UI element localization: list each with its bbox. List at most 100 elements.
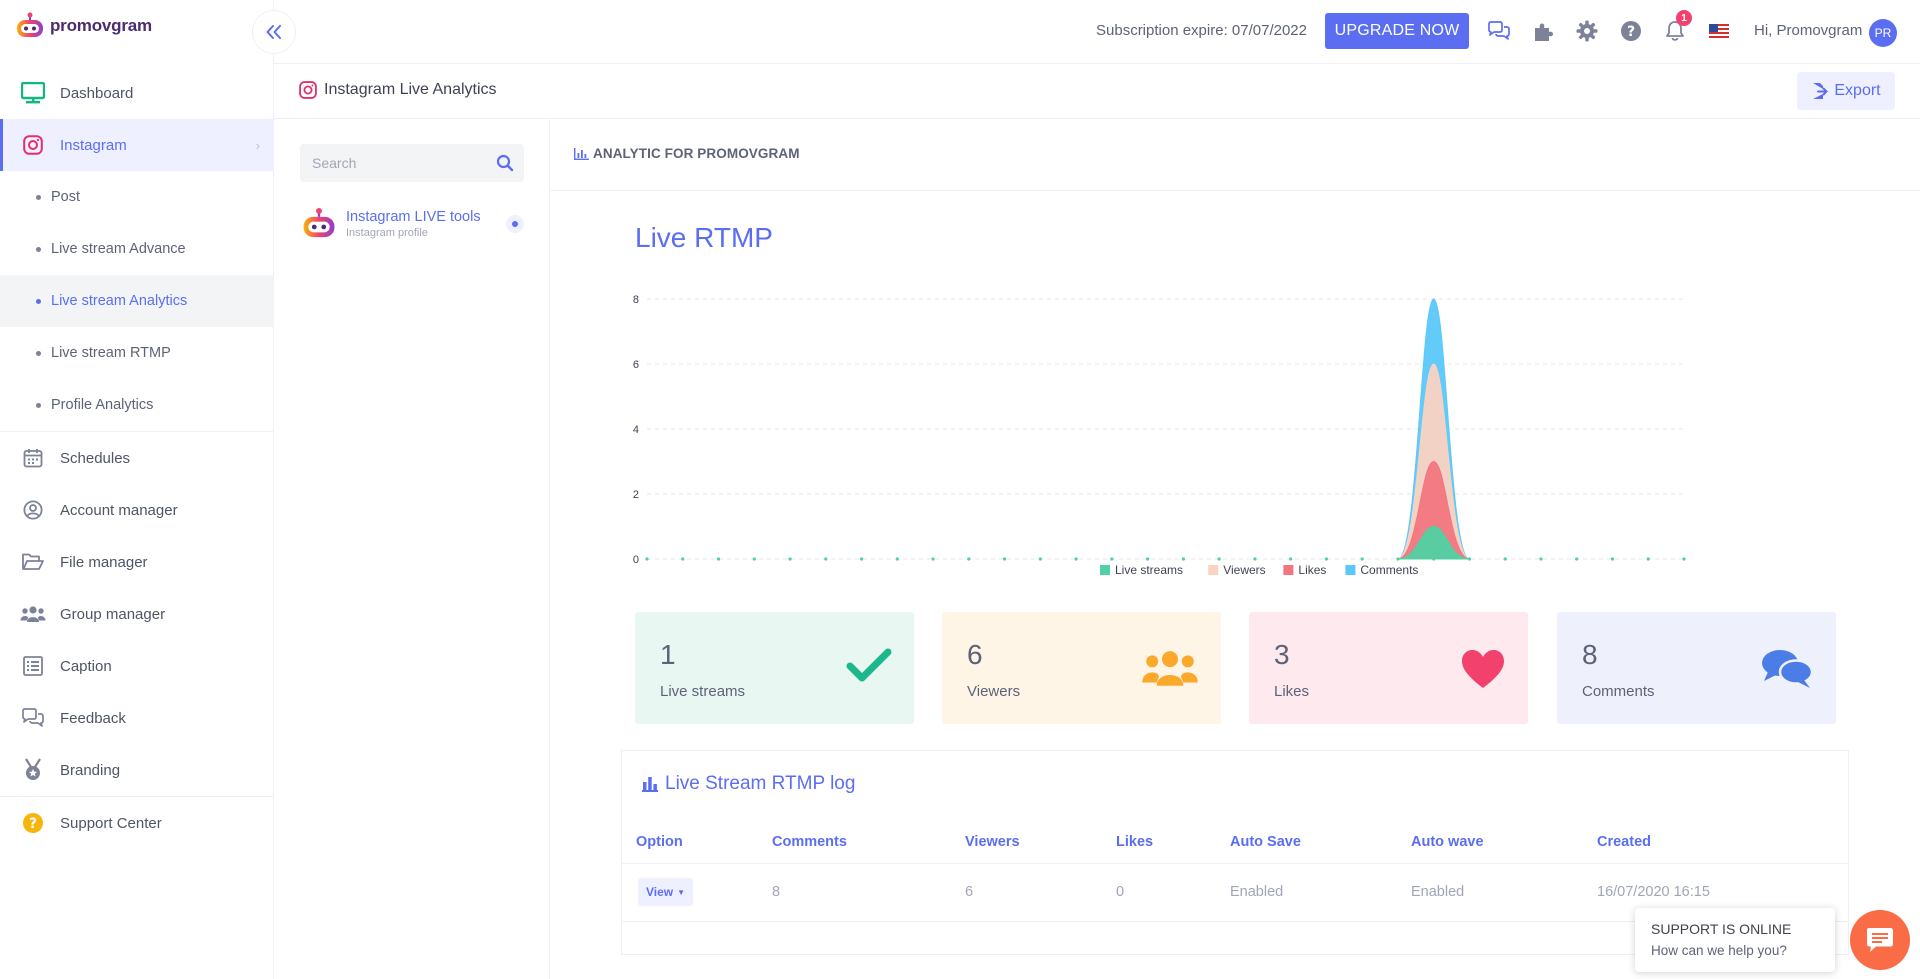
data-point xyxy=(1289,557,1293,561)
rtmp-log-table: Option Comments Viewers Likes Auto Save … xyxy=(622,821,1848,922)
sidebar-item-label: File manager xyxy=(60,553,148,571)
bar-chart-icon xyxy=(574,147,589,160)
data-point xyxy=(1038,557,1042,561)
y-tick-label: 0 xyxy=(633,554,639,566)
profile-item[interactable]: Instagram LIVE tools Instagram profile xyxy=(300,203,524,245)
search-input[interactable] xyxy=(300,144,480,182)
question-circle-icon: ? xyxy=(20,810,46,836)
data-point xyxy=(1646,557,1650,561)
sidebar-subitem-live-stream-rtmp[interactable]: Live stream RTMP xyxy=(0,327,274,379)
legend-label: Viewers xyxy=(1223,563,1265,577)
stat-card-likes: 3 Likes xyxy=(1249,612,1528,724)
profile-name: Instagram LIVE tools xyxy=(346,209,481,225)
sidebar-item-dashboard[interactable]: Dashboard xyxy=(0,67,274,119)
bullet-icon xyxy=(36,402,41,408)
subscription-expiry: Subscription expire: 07/07/2022 xyxy=(1096,22,1307,39)
chat-launcher-button[interactable] xyxy=(1850,910,1910,970)
sidebar-collapse-button[interactable] xyxy=(252,10,296,54)
sidebar-subitem-label: Live stream Advance xyxy=(51,241,186,257)
stat-label: Likes xyxy=(1274,683,1310,700)
data-point xyxy=(1110,557,1114,561)
sidebar-subitem-post[interactable]: Post xyxy=(0,171,274,223)
data-point xyxy=(1360,557,1364,561)
user-circle-icon xyxy=(20,497,46,523)
search-icon[interactable] xyxy=(496,154,514,175)
chat-icon[interactable] xyxy=(1486,18,1512,44)
analytics-main: ANALYTIC FOR PROMOVGRAM Live RTMP 02468L… xyxy=(550,119,1920,979)
column-header[interactable]: Auto wave xyxy=(1411,821,1597,864)
avatar[interactable]: PR xyxy=(1869,19,1897,47)
profile-radio[interactable] xyxy=(506,215,524,233)
export-button[interactable]: Export xyxy=(1797,72,1895,110)
instagram-icon xyxy=(20,132,46,158)
column-header[interactable]: Viewers xyxy=(965,821,1116,864)
data-point xyxy=(1396,557,1400,561)
check-icon xyxy=(846,648,892,687)
column-header[interactable]: Created xyxy=(1597,821,1848,864)
stat-value: 6 xyxy=(967,639,983,670)
sidebar-item-caption[interactable]: Caption xyxy=(0,640,274,692)
support-status: SUPPORT IS ONLINE xyxy=(1651,921,1792,937)
robot-logo-icon xyxy=(17,12,43,37)
auto-wave-cell: Enabled xyxy=(1411,863,1597,922)
bar-chart-icon xyxy=(642,777,658,792)
sidebar-subitem-profile-analytics[interactable]: Profile Analytics xyxy=(0,379,274,431)
puzzle-icon[interactable] xyxy=(1530,18,1556,44)
column-header[interactable]: Option xyxy=(622,821,772,864)
y-tick-label: 4 xyxy=(633,424,639,436)
sidebar-item-feedback[interactable]: Feedback xyxy=(0,692,274,744)
column-header[interactable]: Likes xyxy=(1116,821,1230,864)
data-point xyxy=(1575,557,1579,561)
data-point xyxy=(788,557,792,561)
upgrade-now-button[interactable]: UPGRADE NOW xyxy=(1325,13,1469,49)
y-tick-label: 6 xyxy=(633,359,639,371)
analytic-title: ANALYTIC FOR PROMOVGRAM xyxy=(574,146,800,161)
column-header[interactable]: Auto Save xyxy=(1230,821,1411,864)
chat-bubbles-icon xyxy=(20,705,46,731)
column-header[interactable]: Comments xyxy=(772,821,965,864)
sidebar-item-label: Account manager xyxy=(60,501,178,519)
stat-label: Comments xyxy=(1582,683,1655,700)
sidebar-item-schedules[interactable]: Schedules xyxy=(0,432,274,484)
caret-down-icon: ▼ xyxy=(677,887,686,897)
sidebar-item-group-manager[interactable]: Group manager xyxy=(0,588,274,640)
sidebar-item-instagram[interactable]: Instagram › xyxy=(0,119,274,171)
legend-swatch xyxy=(1283,565,1294,575)
brand-logo[interactable]: promovgram xyxy=(14,12,152,40)
live-rtmp-chart: 0 2 4 6 8 Live streams Viewers Likes Comments xyxy=(633,294,1686,577)
viewers-cell: 6 xyxy=(965,863,1116,922)
sidebar-subitem-live-stream-advance[interactable]: Live stream Advance xyxy=(0,223,274,275)
data-point xyxy=(931,557,935,561)
data-point xyxy=(824,557,828,561)
bell-icon[interactable]: 1 xyxy=(1662,10,1692,44)
view-dropdown-button[interactable]: View ▼ xyxy=(638,878,693,906)
gear-icon[interactable] xyxy=(1574,18,1600,44)
data-point xyxy=(1181,557,1185,561)
data-point xyxy=(681,557,685,561)
sidebar-item-file-manager[interactable]: File manager xyxy=(0,536,274,588)
us-flag-icon[interactable] xyxy=(1706,18,1732,44)
profile-list-panel: Instagram LIVE tools Instagram profile xyxy=(274,119,550,979)
stat-label: Live streams xyxy=(660,683,746,700)
sidebar-subitem-label: Live stream Analytics xyxy=(51,293,188,309)
sidebar-item-account-manager[interactable]: Account manager xyxy=(0,484,274,536)
data-point xyxy=(716,557,721,561)
legend-swatch xyxy=(1100,565,1110,575)
legend-label: Live streams xyxy=(1115,563,1183,577)
sidebar-item-label: Instagram xyxy=(60,136,127,154)
sidebar-item-branding[interactable]: Branding xyxy=(0,744,274,796)
data-point xyxy=(895,557,899,561)
sidebar-item-support-center[interactable]: ? Support Center xyxy=(0,797,274,849)
notification-badge: 1 xyxy=(1676,10,1692,26)
legend-label: Likes xyxy=(1298,563,1326,577)
support-chat-prompt[interactable]: SUPPORT IS ONLINE How can we help you? xyxy=(1635,908,1835,972)
chevron-right-icon: › xyxy=(255,137,260,153)
sidebar-subitem-live-stream-analytics[interactable]: Live stream Analytics xyxy=(0,275,274,327)
users-icon xyxy=(20,601,46,627)
stat-card-viewers: 6 Viewers xyxy=(942,612,1221,724)
data-point xyxy=(752,557,756,561)
legend-label: Comments xyxy=(1360,563,1418,577)
help-icon[interactable]: ? xyxy=(1618,18,1644,44)
bullet-icon xyxy=(36,350,41,356)
user-greeting[interactable]: Hi, Promovgram xyxy=(1754,22,1862,39)
